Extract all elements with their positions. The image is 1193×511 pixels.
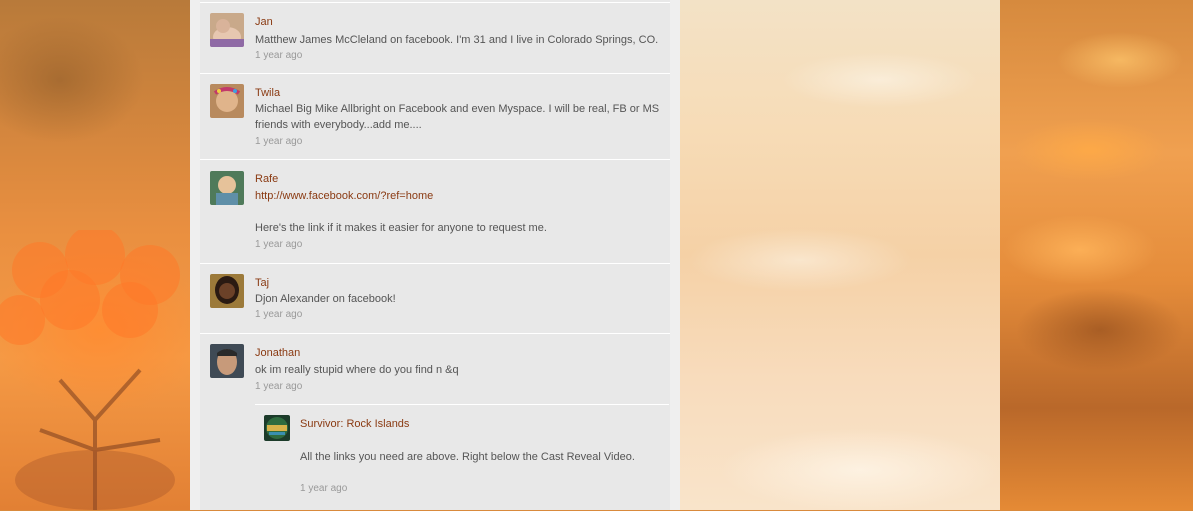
commenter-name[interactable]: Jonathan	[255, 347, 300, 359]
timestamp[interactable]: 1 year ago	[255, 239, 302, 250]
user-avatar-icon	[210, 344, 244, 378]
survivor-logo-icon	[264, 415, 290, 441]
reply-item: Survivor: Rock Islands All the links you…	[255, 404, 669, 511]
user-avatar-icon	[210, 84, 244, 118]
timestamp[interactable]: 1 year ago	[300, 483, 347, 494]
tree-silhouette-icon	[0, 230, 180, 510]
avatar[interactable]	[264, 415, 290, 441]
avatar[interactable]	[210, 274, 244, 308]
timestamp[interactable]: 1 year ago	[255, 50, 302, 61]
avatar[interactable]	[210, 13, 244, 47]
avatar[interactable]	[210, 171, 244, 205]
comment-text: Matthew James McCleland on facebook. I'm…	[255, 34, 659, 46]
comment-text: Djon Alexander on facebook!	[255, 293, 396, 305]
timestamp[interactable]: 1 year ago	[255, 381, 302, 392]
comment-text: Michael Big Mike Allbright on Facebook a…	[255, 101, 665, 133]
comment-item: Jan Matthew James McCleland on facebook.…	[200, 2, 670, 74]
left-background	[0, 0, 190, 510]
commenter-name[interactable]: Jan	[255, 16, 273, 28]
commenter-name[interactable]: Twila	[255, 87, 280, 99]
comment-text: Here's the link if it makes it easier fo…	[255, 222, 547, 234]
avatar[interactable]	[210, 344, 244, 378]
comment-feed: Jan Matthew James McCleland on facebook.…	[190, 0, 680, 510]
commenter-name[interactable]: Rafe	[255, 173, 278, 185]
facebook-link[interactable]: http://www.facebook.com/?ref=home	[255, 188, 665, 204]
timestamp[interactable]: 1 year ago	[255, 309, 302, 320]
sky-background	[680, 0, 1000, 510]
user-avatar-icon	[210, 274, 244, 308]
avatar[interactable]	[210, 84, 244, 118]
comment-line: Michael Big Mike Allbright on Facebook a…	[255, 103, 660, 115]
commenter-name[interactable]: Taj	[255, 277, 269, 289]
timestamp[interactable]: 1 year ago	[255, 136, 302, 147]
comment-line: friends with everybody...add me....	[255, 119, 422, 131]
right-background	[1000, 0, 1193, 510]
comment-item: Twila Michael Big Mike Allbright on Face…	[200, 73, 670, 160]
comment-list: Jan Matthew James McCleland on facebook.…	[200, 0, 670, 510]
comment-item: Rafe http://www.facebook.com/?ref=home H…	[200, 159, 670, 264]
user-avatar-icon	[210, 171, 244, 205]
reply-text: All the links you need are above. Right …	[300, 451, 635, 463]
user-avatar-icon	[210, 13, 244, 47]
comment-text: ok im really stupid where do you find n …	[255, 364, 459, 376]
commenter-name[interactable]: Survivor: Rock Islands	[300, 418, 409, 430]
comment-item: Taj Djon Alexander on facebook! 1 year a…	[200, 263, 670, 334]
